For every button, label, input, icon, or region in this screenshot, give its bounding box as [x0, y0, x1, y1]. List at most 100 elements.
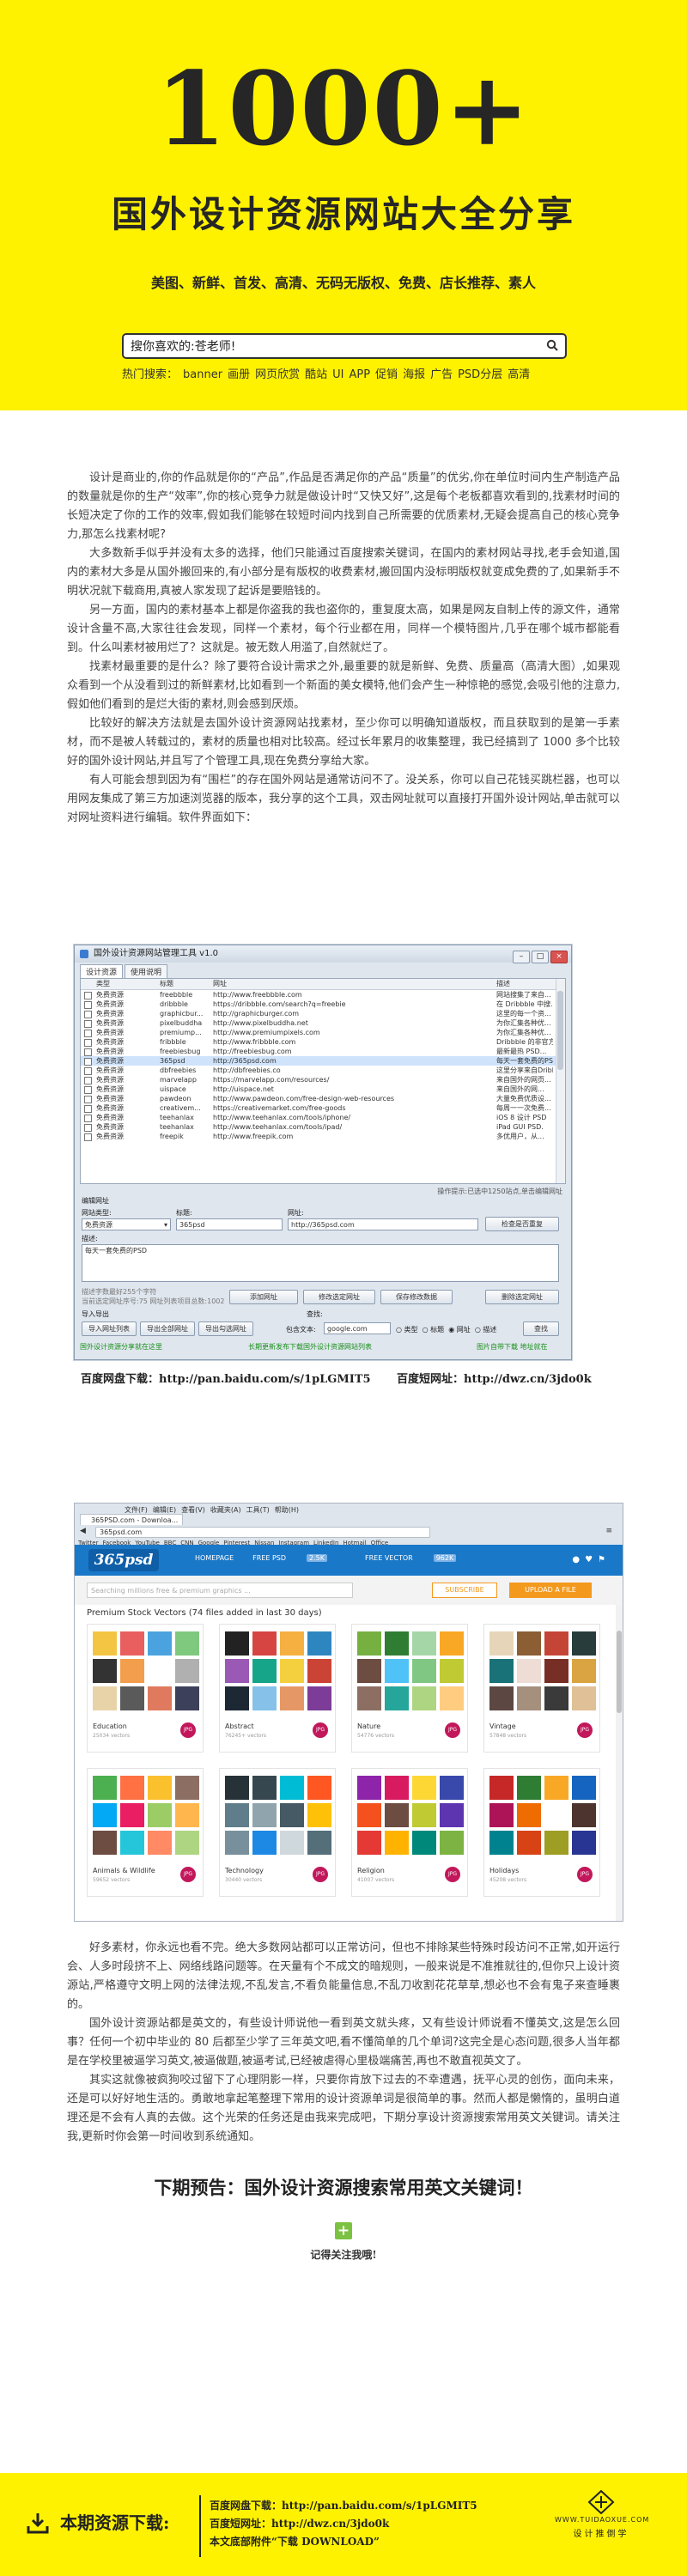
author-avatar[interactable]: JPG [445, 1867, 460, 1882]
footer-left[interactable]: 国外设计资源分享就在这里 [80, 1342, 162, 1352]
address-bar[interactable]: 365psd.com [95, 1527, 430, 1538]
footer-mid[interactable]: 长期更新发布下载国外设计资源网站列表 [248, 1342, 372, 1352]
menu-item[interactable]: 收藏夹(A) [210, 1506, 241, 1514]
table-row[interactable]: 免费资源 dbfreebies http://dbfreebies.co 这里分享来自… [81, 1066, 565, 1075]
radio-type[interactable]: ○ 类型 [396, 1326, 418, 1334]
category-card[interactable]: Animals & Wildlife 59652 vectors JPG [87, 1768, 204, 1897]
pan-link[interactable]: http://pan.baidu.com/s/1pLGMIT5 [159, 1373, 371, 1386]
hot-word[interactable]: banner [183, 368, 222, 381]
window-titlebar[interactable]: 国外设计资源网站管理工具 v1.0 – □ × [75, 945, 571, 963]
close-button[interactable]: × [550, 951, 568, 963]
tab-instructions[interactable]: 使用说明 [125, 964, 168, 978]
short-link[interactable]: http://dwz.cn/3jdo0k [464, 1373, 592, 1386]
radio-title[interactable]: ○ 标题 [423, 1326, 445, 1334]
row-checkbox[interactable] [84, 1115, 92, 1122]
col-title[interactable]: 标题 [160, 979, 213, 989]
author-avatar[interactable]: JPG [577, 1867, 593, 1882]
menu-icon[interactable]: ≡ [605, 1527, 612, 1535]
url-field[interactable]: http://365psd.com [288, 1218, 478, 1230]
tab-design-resources[interactable]: 设计资源 [80, 964, 124, 978]
row-checkbox[interactable] [84, 1039, 92, 1047]
row-checkbox[interactable] [84, 1048, 92, 1056]
row-checkbox[interactable] [84, 1133, 92, 1141]
find-button[interactable]: 查找 [523, 1321, 559, 1336]
table-row[interactable]: 免费资源 premiump... http://www.premiumpixels.… [81, 1028, 565, 1037]
desc-field[interactable]: 每天一套免费的PSD [82, 1244, 559, 1282]
row-checkbox[interactable] [84, 1124, 92, 1132]
site-list[interactable]: 类型 标题 网址 描述 免费资源 freebbble http://www.free… [80, 978, 566, 1184]
menu-item[interactable]: 文件(F) [125, 1506, 148, 1514]
save-data-button[interactable]: 保存修改数据 [380, 1290, 453, 1304]
hot-word[interactable]: 促销 [375, 368, 398, 381]
footer-pan-link[interactable]: 百度网盘下载：http://pan.baidu.com/s/1pLGMIT5 [210, 2497, 477, 2515]
col-url[interactable]: 网址 [213, 979, 462, 989]
table-row[interactable]: 免费资源 freepik http://www.freepik.com 多优用户，从.… [81, 1132, 565, 1141]
menu-item[interactable]: 编辑(E) [153, 1506, 176, 1514]
table-row[interactable]: 免费资源 graphicbur... http://graphicburger.co… [81, 1009, 565, 1018]
table-row[interactable]: 免费资源 365psd http://365psd.com 每天一套免费的PSD [81, 1056, 565, 1066]
author-avatar[interactable]: JPG [445, 1722, 460, 1738]
menu-item[interactable]: 帮助(H) [275, 1506, 299, 1514]
category-card[interactable]: Vintage 57848 vectors JPG [483, 1624, 600, 1753]
hot-word[interactable]: PSD分层 [458, 368, 502, 381]
bookmark-icon[interactable]: ♥ [585, 1555, 598, 1564]
row-checkbox[interactable] [84, 1058, 92, 1066]
site-search-input[interactable]: Searching millions free & premium graphi… [87, 1583, 353, 1598]
row-checkbox[interactable] [84, 1011, 92, 1018]
scroll-thumb[interactable] [557, 991, 563, 1070]
author-avatar[interactable]: JPG [180, 1722, 196, 1738]
table-row[interactable]: 免费资源 fribbble http://www.fribbble.com Dribb… [81, 1037, 565, 1047]
menu-item[interactable]: 查看(V) [181, 1506, 205, 1514]
table-row[interactable]: 免费资源 dribbble https://dribbble.com/search?… [81, 999, 565, 1009]
follow-plus-icon[interactable]: + [335, 2222, 352, 2239]
author-avatar[interactable]: JPG [180, 1867, 196, 1882]
table-row[interactable]: 免费资源 marvelapp https://marvelapp.com/resou… [81, 1075, 565, 1084]
radio-desc[interactable]: ○ 描述 [475, 1326, 497, 1334]
nav-free-vector[interactable]: FREE VECTOR 962K [365, 1554, 475, 1562]
user-icon[interactable]: ● [572, 1555, 585, 1564]
col-type[interactable]: 类型 [96, 979, 160, 989]
modify-url-button[interactable]: 修改选定网址 [303, 1290, 375, 1304]
hot-word[interactable]: 广告 [430, 368, 453, 381]
title-field[interactable]: 365psd [176, 1218, 283, 1230]
page-scroll-thumb[interactable] [617, 1631, 622, 1713]
table-row[interactable]: 免费资源 uispace http://uispace.net 来自国外的网... [81, 1084, 565, 1094]
check-duplicate-button[interactable]: 检查是否重复 [485, 1217, 559, 1231]
hot-word[interactable]: 酷站 [305, 368, 327, 381]
export-all-button[interactable]: 导出全部网址 [140, 1321, 195, 1336]
radio-url[interactable]: ◉ 网址 [448, 1326, 471, 1334]
category-card[interactable]: Technology 30440 vectors JPG [219, 1768, 336, 1897]
row-checkbox[interactable] [84, 1067, 92, 1075]
page-scrollbar[interactable] [616, 1605, 623, 1921]
upload-button[interactable]: UPLOAD A FILE [509, 1583, 592, 1598]
category-card[interactable]: Abstract 76245+ vectors JPG [219, 1624, 336, 1753]
menu-item[interactable]: 工具(T) [246, 1506, 270, 1514]
footer-short-link[interactable]: 百度短网址：http://dwz.cn/3jdo0k [210, 2515, 477, 2533]
search-input[interactable] [131, 338, 526, 354]
table-row[interactable]: 免费资源 freebiesbug http://freebiesbug.com 最新最… [81, 1047, 565, 1056]
hot-word[interactable]: 网页欣赏 [255, 368, 300, 381]
row-checkbox[interactable] [84, 992, 92, 999]
hot-word[interactable]: 画册 [228, 368, 250, 381]
type-select[interactable]: 免费资源 ▾ [82, 1218, 171, 1230]
delete-url-button[interactable]: 删除选定网址 [485, 1290, 559, 1304]
row-checkbox[interactable] [84, 1001, 92, 1009]
author-avatar[interactable]: JPG [577, 1722, 593, 1738]
hot-word[interactable]: 高清 [508, 368, 530, 381]
category-card[interactable]: Nature 54776 vectors JPG [351, 1624, 468, 1753]
import-list-button[interactable]: 导入网址列表 [82, 1321, 137, 1336]
row-checkbox[interactable] [84, 1030, 92, 1037]
maximize-button[interactable]: □ [532, 951, 549, 963]
footer-right[interactable]: 图片自带下载 地址就在 [477, 1342, 548, 1352]
hot-word[interactable]: UI [332, 368, 344, 381]
search-text-field[interactable]: google.com [324, 1322, 391, 1334]
subscribe-button[interactable]: SUBSCRIBE [432, 1583, 497, 1598]
author-avatar[interactable]: JPG [313, 1722, 328, 1738]
flag-icon[interactable]: ⚑ [598, 1555, 611, 1564]
row-checkbox[interactable] [84, 1086, 92, 1094]
nav-homepage[interactable]: HOMEPAGE [195, 1554, 234, 1562]
row-checkbox[interactable] [84, 1096, 92, 1103]
hot-word[interactable]: APP [349, 368, 370, 381]
author-avatar[interactable]: JPG [313, 1867, 328, 1882]
category-card[interactable]: Education 25034 vectors JPG [87, 1624, 204, 1753]
